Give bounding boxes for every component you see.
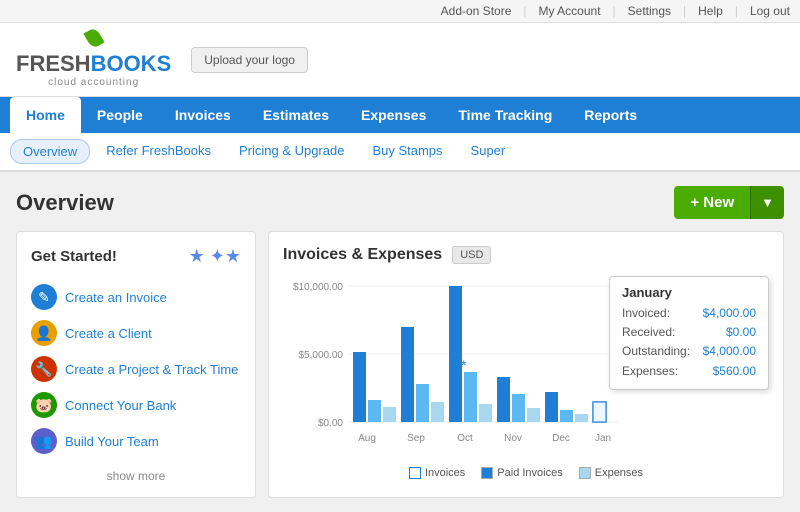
subnav-refer[interactable]: Refer FreshBooks bbox=[94, 139, 223, 164]
nav-reports[interactable]: Reports bbox=[568, 97, 653, 133]
top-bar: Add-on Store | My Account | Settings | H… bbox=[0, 0, 800, 23]
help-link[interactable]: Help bbox=[698, 4, 723, 18]
chart-title: Invoices & Expenses bbox=[283, 246, 442, 264]
show-more-link[interactable]: show more bbox=[31, 469, 241, 483]
legend-expenses: Expenses bbox=[579, 467, 643, 479]
bar-oct-expense bbox=[479, 404, 492, 422]
create-project-link[interactable]: 🔧 Create a Project & Track Time bbox=[31, 351, 241, 387]
bar-aug-paid bbox=[368, 400, 381, 422]
tooltip-month: January bbox=[622, 285, 756, 300]
svg-text:Aug: Aug bbox=[358, 433, 376, 444]
nav-invoices[interactable]: Invoices bbox=[159, 97, 247, 133]
svg-text:Sep: Sep bbox=[407, 433, 425, 444]
get-started-title: Get Started! bbox=[31, 248, 117, 265]
legend-invoices-box bbox=[409, 467, 421, 479]
bar-oct-invoiced bbox=[449, 286, 462, 422]
chart-card: Invoices & Expenses USD January Invoiced… bbox=[268, 231, 784, 498]
chart-area: January Invoiced: $4,000.00 Received: $0… bbox=[283, 276, 769, 476]
tooltip-expenses-value: $560.00 bbox=[713, 362, 756, 381]
logo: FRESHBOOKS cloud accounting bbox=[16, 31, 171, 88]
bar-nov-expense bbox=[527, 408, 540, 422]
bar-sep-invoiced bbox=[401, 327, 414, 422]
tooltip-outstanding-value: $4,000.00 bbox=[703, 342, 756, 361]
nav-home[interactable]: Home bbox=[10, 97, 81, 133]
svg-text:Oct: Oct bbox=[457, 433, 473, 444]
get-started-card: Get Started! ★ ✦★ ✎ Create an Invoice 👤 … bbox=[16, 231, 256, 498]
chart-header: Invoices & Expenses USD bbox=[283, 246, 769, 264]
legend-expenses-box bbox=[579, 467, 591, 479]
client-icon: 👤 bbox=[31, 320, 57, 346]
nav-time-tracking[interactable]: Time Tracking bbox=[442, 97, 568, 133]
stars-icon: ★ ✦★ bbox=[189, 246, 241, 267]
subnav-super[interactable]: Super bbox=[459, 139, 518, 164]
bar-nov-invoiced bbox=[497, 377, 510, 422]
nav-people[interactable]: People bbox=[81, 97, 159, 133]
legend-paid-invoices: Paid Invoices bbox=[481, 467, 562, 479]
addon-store-link[interactable]: Add-on Store bbox=[441, 4, 512, 18]
new-button-group: + New ▼ bbox=[674, 186, 784, 219]
bar-sep-expense bbox=[431, 402, 444, 422]
content-header: Overview + New ▼ bbox=[16, 186, 784, 219]
create-client-link[interactable]: 👤 Create a Client bbox=[31, 315, 241, 351]
legend-invoices: Invoices bbox=[409, 467, 465, 479]
logo-books: BOOKS bbox=[91, 51, 172, 76]
create-invoice-link[interactable]: ✎ Create an Invoice bbox=[31, 279, 241, 315]
tooltip-received-value: $0.00 bbox=[726, 323, 756, 342]
svg-text:$10,000.00: $10,000.00 bbox=[293, 282, 343, 293]
new-button-dropdown[interactable]: ▼ bbox=[750, 186, 784, 219]
bar-dec-paid bbox=[560, 410, 573, 422]
content-area: Overview + New ▼ Get Started! ★ ✦★ ✎ Cre… bbox=[0, 172, 800, 512]
bar-aug-expense bbox=[383, 407, 396, 422]
tooltip-invoiced-label: Invoiced: bbox=[622, 304, 670, 323]
leaf-icon bbox=[83, 27, 104, 50]
chart-tooltip: January Invoiced: $4,000.00 Received: $0… bbox=[609, 276, 769, 390]
nav-expenses[interactable]: Expenses bbox=[345, 97, 442, 133]
svg-text:$0.00: $0.00 bbox=[318, 418, 343, 429]
project-icon: 🔧 bbox=[31, 356, 57, 382]
bank-icon: 🐷 bbox=[31, 392, 57, 418]
bar-oct-paid bbox=[464, 372, 477, 422]
build-team-link[interactable]: 👥 Build Your Team bbox=[31, 423, 241, 459]
subnav-stamps[interactable]: Buy Stamps bbox=[360, 139, 454, 164]
svg-text:Nov: Nov bbox=[504, 433, 522, 444]
tooltip-invoiced-value: $4,000.00 bbox=[703, 304, 756, 323]
tooltip-outstanding-label: Outstanding: bbox=[622, 342, 690, 361]
subnav-pricing[interactable]: Pricing & Upgrade bbox=[227, 139, 357, 164]
upload-logo-button[interactable]: Upload your logo bbox=[191, 47, 308, 73]
tooltip-expenses-label: Expenses: bbox=[622, 362, 678, 381]
chart-legend: Invoices Paid Invoices Expenses bbox=[283, 467, 769, 479]
bar-chart-svg: $10,000.00 $5,000.00 $0.00 bbox=[283, 276, 623, 461]
sub-nav: Overview Refer FreshBooks Pricing & Upgr… bbox=[0, 133, 800, 172]
svg-text:Dec: Dec bbox=[552, 433, 570, 444]
header: FRESHBOOKS cloud accounting Upload your … bbox=[0, 23, 800, 97]
tooltip-received-label: Received: bbox=[622, 323, 675, 342]
connect-bank-link[interactable]: 🐷 Connect Your Bank bbox=[31, 387, 241, 423]
bar-sep-paid bbox=[416, 384, 429, 422]
bar-aug-invoiced bbox=[353, 352, 366, 422]
bar-nov-paid bbox=[512, 394, 525, 422]
main-nav: Home People Invoices Estimates Expenses … bbox=[0, 97, 800, 133]
settings-link[interactable]: Settings bbox=[628, 4, 671, 18]
legend-paid-box bbox=[481, 467, 493, 479]
subnav-overview[interactable]: Overview bbox=[10, 139, 90, 164]
nav-estimates[interactable]: Estimates bbox=[247, 97, 345, 133]
asterisk-icon: * bbox=[461, 357, 467, 373]
currency-badge: USD bbox=[452, 246, 491, 264]
bar-dec-invoiced bbox=[545, 392, 558, 422]
tagline: cloud accounting bbox=[48, 77, 139, 88]
svg-text:Jan: Jan bbox=[595, 433, 611, 444]
logo-fresh: FRESH bbox=[16, 51, 91, 76]
logout-link[interactable]: Log out bbox=[750, 4, 790, 18]
bar-dec-expense bbox=[575, 414, 588, 422]
page-title: Overview bbox=[16, 190, 114, 216]
main-columns: Get Started! ★ ✦★ ✎ Create an Invoice 👤 … bbox=[16, 231, 784, 498]
team-icon: 👥 bbox=[31, 428, 57, 454]
invoice-icon: ✎ bbox=[31, 284, 57, 310]
my-account-link[interactable]: My Account bbox=[539, 4, 601, 18]
svg-text:$5,000.00: $5,000.00 bbox=[299, 350, 344, 361]
new-button[interactable]: + New bbox=[674, 186, 750, 219]
